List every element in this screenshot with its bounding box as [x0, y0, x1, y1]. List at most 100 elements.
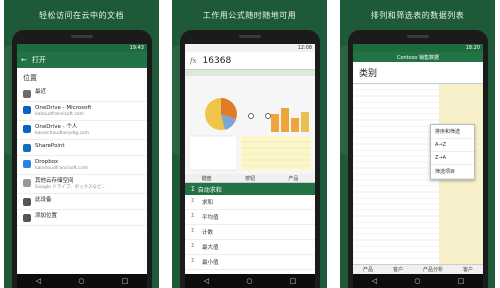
- sigma-icon: Σ: [191, 258, 195, 264]
- sheet-title: Contoso 销售数据: [353, 52, 483, 62]
- function-item[interactable]: Σ 计数: [185, 225, 315, 240]
- location-sublabel: kaixitoudfrancisoft.com: [35, 165, 88, 171]
- function-item[interactable]: Σ 最大值: [185, 240, 315, 255]
- location-list: 最近 OneDrive - Microsoft kaitoudfrancisoft.…: [17, 86, 147, 226]
- sheet-tabs: 产品 客户 产品分析 客户: [353, 264, 483, 274]
- function-label: 计数: [202, 230, 214, 236]
- section-title: 位置: [23, 74, 37, 82]
- menu-item-sort-desc[interactable]: Z→A: [431, 152, 474, 165]
- location-label: 最近: [35, 89, 47, 95]
- location-text: 添加位置: [35, 213, 57, 220]
- location-label: OneDrive - Microsoft: [35, 105, 92, 111]
- recents-icon[interactable]: □: [290, 277, 297, 285]
- tab-customers-2[interactable]: 客户: [463, 266, 473, 273]
- caption: 工作用公式随时随地可用: [202, 11, 297, 20]
- back-icon[interactable]: ◁: [372, 277, 377, 285]
- location-item[interactable]: 其他云存储空间 Google ドライブ、ボックスなど...: [17, 175, 147, 194]
- location-sublabel: kanoichoudherydig.com: [35, 130, 90, 136]
- location-text: 最近: [35, 89, 46, 96]
- chart-thumbnail: [185, 76, 315, 174]
- back-icon[interactable]: ◁: [204, 277, 209, 285]
- recents-icon[interactable]: □: [122, 277, 129, 285]
- location-text: SharePoint: [35, 143, 65, 150]
- app-bar-title: 打开: [31, 56, 46, 64]
- function-item[interactable]: Σ 求和: [185, 195, 315, 210]
- spreadsheet-preview[interactable]: [185, 70, 315, 174]
- back-icon[interactable]: ◁: [36, 277, 41, 285]
- selection-handle: [265, 113, 271, 119]
- tab-customers[interactable]: 客户: [393, 266, 403, 273]
- menu-item-sort-filter[interactable]: 排序和筛选: [431, 125, 474, 139]
- autosum-button[interactable]: Σ 自动求和: [185, 183, 315, 195]
- phone-frame: 12:08 fx 16368 键盘 按钮 产品 Σ 自动求和 Σ 求和 Σ 平均…: [180, 30, 320, 288]
- phone-speaker: [239, 35, 261, 38]
- location-item[interactable]: 最近: [17, 86, 147, 102]
- location-icon: [23, 124, 31, 133]
- fx-icon: fx: [190, 56, 197, 65]
- feature-banner-formulas: 工作用公式随时随地可用 12:08 fx 16368 键盘 按钮 产品 Σ 自动…: [172, 0, 327, 288]
- bar-4: [301, 112, 309, 132]
- formula-bar[interactable]: fx 16368: [185, 52, 315, 70]
- phone-speaker: [407, 35, 429, 38]
- column-header-bar: 类别: [353, 62, 483, 84]
- status-bar: 18:20: [353, 44, 483, 52]
- bar-2: [281, 108, 289, 132]
- function-label: 求和: [202, 200, 214, 206]
- side-cells: [188, 135, 238, 171]
- tab-products[interactable]: 产品: [363, 266, 373, 273]
- location-icon: [23, 106, 31, 114]
- system-nav-bar: ◁ ○ □: [17, 274, 147, 288]
- location-label: 添加位置: [35, 212, 58, 219]
- location-text: Dropbox kaixitoudfrancisoft.com: [35, 159, 88, 171]
- formula-value[interactable]: 16368: [203, 56, 232, 66]
- bar-1: [271, 114, 279, 132]
- menu-item-sort-asc[interactable]: A→Z: [431, 139, 474, 152]
- sigma-icon: Σ: [191, 228, 195, 234]
- caption: 轻松访问在云中的文档: [39, 11, 124, 20]
- location-icon: [23, 159, 31, 168]
- selection-handle: [248, 113, 254, 119]
- phone-screen: 18:20 Contoso 销售数据 类别 排序和筛选 A→Z Z→A 筛选项目: [353, 44, 483, 288]
- system-nav-bar: ◁ ○ □: [185, 274, 315, 288]
- back-arrow-icon[interactable]: ←: [21, 56, 27, 64]
- app-bar: ← 打开: [17, 52, 147, 68]
- bar-3: [291, 118, 299, 132]
- tab-product-analysis[interactable]: 产品分析: [423, 266, 443, 273]
- location-icon: [23, 178, 31, 187]
- location-item[interactable]: 此设备: [17, 194, 147, 210]
- caption: 排列和筛选表的数据列表: [370, 11, 465, 20]
- location-item[interactable]: 添加位置: [17, 210, 147, 226]
- location-icon: [23, 197, 31, 206]
- table-block: [241, 136, 311, 170]
- location-icon: [23, 143, 31, 152]
- location-label: 其他云存储空间: [35, 177, 74, 184]
- home-icon[interactable]: ○: [414, 277, 420, 285]
- location-icon: [23, 90, 31, 98]
- location-item[interactable]: OneDrive - Microsoft kaitoudfrancisoft.co…: [17, 102, 147, 121]
- function-label: 平均值: [202, 215, 219, 221]
- location-text: OneDrive - 个人 kanoichoudherydig.com: [35, 124, 89, 136]
- status-time: 12:08: [297, 45, 312, 51]
- column-header[interactable]: 类别: [359, 66, 377, 79]
- location-item[interactable]: Dropbox kaixitoudfrancisoft.com: [17, 156, 147, 175]
- status-bar: 12:08: [185, 44, 315, 52]
- data-grid[interactable]: 排序和筛选 A→Z Z→A 筛选项目: [353, 83, 483, 264]
- location-item[interactable]: SharePoint: [17, 140, 147, 156]
- menu-item-filter[interactable]: 筛选项目: [431, 165, 474, 179]
- phone-frame: 18:20 Contoso 销售数据 类别 排序和筛选 A→Z Z→A 筛选项目: [348, 30, 488, 288]
- sigma-icon: Σ: [191, 198, 195, 204]
- home-icon[interactable]: ○: [246, 277, 252, 285]
- function-item[interactable]: Σ 最小值: [185, 255, 315, 270]
- recents-icon[interactable]: □: [458, 277, 465, 285]
- location-icon: [23, 213, 31, 222]
- function-label: 最小值: [202, 260, 219, 266]
- sigma-icon: Σ: [191, 243, 195, 249]
- home-icon[interactable]: ○: [78, 277, 84, 285]
- location-text: OneDrive - Microsoft kaitoudfrancisoft.co…: [35, 105, 91, 117]
- location-item[interactable]: OneDrive - 个人 kanoichoudherydig.com: [17, 121, 147, 140]
- feature-banner-cloud: 轻松访问在云中的文档 19:43 ← 打开 位置 最近 OneDrive - Mi…: [4, 0, 159, 288]
- function-item[interactable]: Σ 平均值: [185, 210, 315, 225]
- system-nav-bar: ◁ ○ □: [353, 274, 483, 288]
- status-time: 19:43: [129, 45, 144, 51]
- sigma-icon: Σ: [191, 185, 195, 193]
